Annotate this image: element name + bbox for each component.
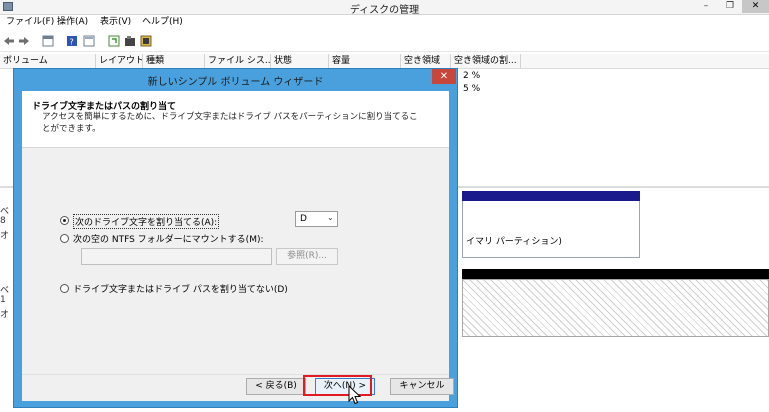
minimize-button[interactable]: – bbox=[694, 0, 718, 13]
help-icon[interactable]: ? bbox=[66, 35, 78, 47]
back-button[interactable]: < 戻る(B) bbox=[246, 378, 306, 395]
svg-text:?: ? bbox=[70, 38, 74, 47]
browse-button[interactable]: 参照(R)... bbox=[276, 248, 338, 265]
column-status[interactable]: 状態 bbox=[271, 54, 329, 68]
table-row-free-percent: 2 % bbox=[463, 71, 481, 81]
column-layout[interactable]: レイアウト bbox=[96, 54, 143, 68]
settings-icon[interactable] bbox=[140, 35, 152, 47]
close-button[interactable]: ✕ bbox=[742, 0, 769, 13]
menu-bar: ファイル(F) 操作(A) 表示(V) ヘルプ(H) bbox=[0, 15, 769, 30]
assign-drive-letter-label[interactable]: 次のドライブ文字を割り当てる(A): bbox=[73, 214, 220, 229]
drive-letter-select[interactable]: D ⌄ bbox=[295, 211, 338, 227]
wizard-close-button[interactable]: ✕ bbox=[432, 69, 456, 84]
assign-drive-letter-radio[interactable] bbox=[60, 216, 69, 225]
wizard-header: ドライブ文字またはパスの割り当て アクセスを簡単にするために、ドライブ文字または… bbox=[22, 91, 449, 148]
toolbar: ? bbox=[0, 31, 769, 52]
no-drive-letter-radio[interactable] bbox=[60, 284, 69, 293]
wizard-step-description: アクセスを簡単にするために、ドライブ文字またはドライブ パスをパーティションに割… bbox=[42, 112, 418, 134]
column-filesystem[interactable]: ファイル シス... bbox=[205, 54, 271, 68]
disk1-unallocated-bar bbox=[462, 269, 769, 279]
table-row-free-percent: 5 % bbox=[463, 84, 481, 94]
disk-info-fragment: 8 bbox=[0, 216, 6, 226]
disk-info-fragment: オ bbox=[0, 310, 10, 320]
partition-label: イマリ パーティション) bbox=[466, 237, 562, 247]
back-arrow-icon[interactable] bbox=[3, 35, 15, 47]
column-volume[interactable]: ボリューム bbox=[0, 54, 96, 68]
list-view-icon[interactable] bbox=[42, 35, 54, 47]
disk1-unallocated-region[interactable] bbox=[462, 279, 769, 337]
disk0-partition-bar bbox=[462, 191, 640, 201]
new-simple-volume-wizard: 新しいシンプル ボリューム ウィザード ✕ ドライブ文字またはパスの割り当て ア… bbox=[13, 68, 458, 408]
disk-info-fragment: 1 bbox=[0, 295, 6, 305]
key-icon[interactable] bbox=[124, 35, 136, 47]
refresh-icon[interactable] bbox=[108, 35, 120, 47]
disk-info-fragment: オ bbox=[0, 231, 10, 241]
mouse-cursor-icon bbox=[348, 385, 362, 405]
menu-action[interactable]: 操作(A) bbox=[55, 16, 90, 29]
button-separator bbox=[22, 374, 449, 375]
forward-arrow-icon[interactable] bbox=[18, 35, 30, 47]
maximize-button[interactable]: ❐ bbox=[718, 0, 742, 13]
chevron-down-icon: ⌄ bbox=[327, 213, 334, 222]
disk0-partition[interactable] bbox=[462, 191, 640, 258]
column-type[interactable]: 種類 bbox=[143, 54, 205, 68]
window-title: ディスクの管理 bbox=[349, 5, 420, 16]
column-free-space[interactable]: 空き領域 bbox=[401, 54, 451, 68]
volume-list-header: ボリューム レイアウト 種類 ファイル シス... 状態 容量 空き領域 空き領… bbox=[0, 54, 769, 69]
title-bar: ディスクの管理 – ❐ ✕ bbox=[0, 0, 769, 16]
mount-ntfs-folder-label[interactable]: 次の空の NTFS フォルダーにマウントする(M): bbox=[73, 232, 264, 245]
menu-view[interactable]: 表示(V) bbox=[98, 16, 133, 29]
wizard-title: 新しいシンプル ボリューム ウィザード bbox=[147, 77, 324, 88]
cancel-button[interactable]: キャンセル bbox=[390, 378, 454, 395]
column-capacity[interactable]: 容量 bbox=[329, 54, 401, 68]
menu-file[interactable]: ファイル(F) bbox=[4, 16, 56, 29]
properties-icon[interactable] bbox=[83, 35, 95, 47]
column-free-percent[interactable]: 空き領域の割... bbox=[451, 54, 521, 68]
menu-help[interactable]: ヘルプ(H) bbox=[140, 16, 185, 29]
wizard-body: ドライブ文字またはパスの割り当て アクセスを簡単にするために、ドライブ文字または… bbox=[22, 91, 454, 401]
folder-path-input[interactable] bbox=[81, 248, 272, 265]
no-drive-letter-label[interactable]: ドライブ文字またはドライブ パスを割り当てない(D) bbox=[73, 282, 288, 295]
mount-ntfs-folder-radio[interactable] bbox=[60, 234, 69, 243]
drive-letter-value: D bbox=[300, 214, 307, 224]
